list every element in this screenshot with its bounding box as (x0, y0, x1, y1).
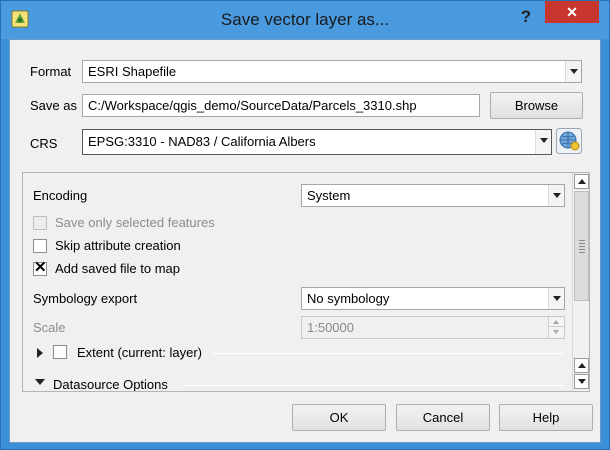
chevron-down-icon (535, 130, 551, 154)
group-divider (211, 353, 565, 354)
expand-arrow-icon[interactable] (37, 348, 43, 358)
symbology-label: Symbology export (33, 291, 138, 306)
group-divider (183, 385, 565, 386)
save-as-label: Save as (30, 98, 77, 113)
crs-label: CRS (30, 136, 58, 151)
scroll-up-icon[interactable] (574, 358, 589, 373)
scale-value: 1:50000 (307, 320, 354, 335)
chevron-down-icon (548, 288, 564, 309)
symbology-value: No symbology (307, 291, 390, 306)
chevron-down-icon (548, 185, 564, 206)
title-bar[interactable]: Save vector layer as... ? ✕ (1, 1, 609, 39)
scroll-down-icon[interactable] (574, 374, 589, 389)
format-value: ESRI Shapefile (88, 64, 177, 79)
options-scrollbar[interactable] (572, 173, 589, 391)
save-selected-label: Save only selected features (55, 215, 215, 230)
crs-combo[interactable]: EPSG:3310 - NAD83 / California Albers (82, 129, 552, 155)
add-to-map-checkbox[interactable] (33, 260, 47, 276)
ok-button[interactable]: OK (292, 404, 386, 431)
datasource-options-title: Datasource Options (53, 377, 168, 392)
spin-arrows-icon (548, 317, 564, 338)
collapse-arrow-icon[interactable] (35, 379, 45, 385)
add-to-map-label: Add saved file to map (55, 261, 181, 276)
format-combo[interactable]: ESRI Shapefile (82, 60, 582, 83)
chevron-down-icon (565, 61, 581, 82)
options-panel: Encoding System Save only selected featu… (22, 172, 590, 392)
crs-value: EPSG:3310 - NAD83 / California Albers (88, 134, 316, 149)
skip-attribute-label: Skip attribute creation (55, 238, 181, 253)
encoding-combo[interactable]: System (301, 184, 565, 207)
close-button[interactable]: ✕ (545, 1, 599, 23)
scroll-up-icon[interactable] (574, 174, 589, 189)
symbology-combo[interactable]: No symbology (301, 287, 565, 310)
scale-label: Scale (33, 320, 66, 335)
cancel-button[interactable]: Cancel (396, 404, 490, 431)
browse-button[interactable]: Browse (490, 92, 583, 119)
globe-crs-icon[interactable] (556, 128, 582, 154)
encoding-label: Encoding (33, 188, 88, 203)
save-selected-checkbox[interactable] (33, 216, 47, 230)
context-help-button[interactable]: ? (513, 5, 539, 29)
extent-group-title: Extent (current: layer) (77, 345, 202, 360)
skip-attribute-checkbox[interactable] (33, 239, 47, 253)
dialog-window: Save vector layer as... ? ✕ Format ESRI … (0, 0, 610, 450)
scale-spinbox[interactable]: 1:50000 (301, 316, 565, 339)
extent-checkbox[interactable] (53, 345, 67, 359)
encoding-value: System (307, 188, 351, 203)
format-label: Format (30, 64, 72, 79)
save-as-path-input[interactable]: C:/Workspace/qgis_demo/SourceData/Parcel… (82, 94, 480, 117)
help-button[interactable]: Help (499, 404, 593, 431)
scrollbar-thumb[interactable] (574, 191, 589, 301)
dialog-body: Format ESRI Shapefile Save as C:/Workspa… (9, 39, 601, 443)
